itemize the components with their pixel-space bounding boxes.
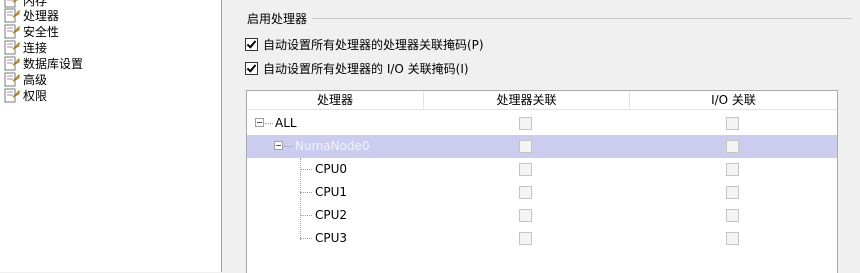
section-divider — [312, 18, 852, 19]
table-row[interactable]: CPU1 — [247, 181, 837, 204]
nav-item-label: 数据库设置 — [23, 56, 84, 71]
table-row[interactable]: CPU2 — [247, 204, 837, 227]
auto-processor-affinity-option[interactable]: 自动设置所有处理器的处理器关联掩码(P) — [245, 36, 484, 52]
collapse-toggle-icon[interactable] — [274, 141, 283, 150]
io-affinity-checkbox[interactable] — [726, 140, 739, 153]
processor-name: CPU1 — [315, 185, 348, 199]
processor-affinity-checkbox[interactable] — [519, 117, 532, 130]
processor-name: CPU0 — [315, 162, 348, 176]
processor-affinity-checkbox[interactable] — [519, 232, 532, 245]
io-affinity-checkbox[interactable] — [726, 209, 739, 222]
auto-processor-affinity-label: 自动设置所有处理器的处理器关联掩码(P) — [263, 37, 484, 52]
section-title: 启用处理器 — [247, 10, 312, 27]
settings-page-list: 内存 处理器 安全性 连接 数据库设置 高级 权限 — [0, 0, 222, 272]
nav-item-label: 处理器 — [23, 8, 60, 23]
io-affinity-checkbox[interactable] — [726, 163, 739, 176]
collapse-toggle-icon[interactable] — [255, 118, 264, 127]
tree-connector — [300, 169, 312, 170]
io-affinity-checkbox[interactable] — [726, 232, 739, 245]
nav-item-label: 安全性 — [23, 24, 60, 39]
processor-affinity-grid: 处理器 处理器关联 I/O 关联 ALL NumaNode0 CPU0 CPU1… — [246, 90, 838, 273]
nav-item-security[interactable]: 安全性 — [4, 23, 59, 39]
processor-affinity-checkbox[interactable] — [519, 186, 532, 199]
nav-item-label: 高级 — [23, 72, 48, 87]
processor-name: CPU2 — [315, 208, 348, 222]
processor-name: CPU3 — [315, 231, 348, 245]
nav-item-database-settings[interactable]: 数据库设置 — [4, 55, 83, 71]
nav-item-advanced[interactable]: 高级 — [4, 71, 47, 87]
tree-connector — [284, 146, 292, 147]
table-row[interactable]: CPU3 — [247, 227, 837, 250]
settings-page-icon — [4, 8, 20, 23]
tree-connector — [300, 215, 312, 216]
settings-page-icon — [4, 40, 20, 55]
processor-name: ALL — [275, 116, 297, 130]
table-row[interactable]: ALL — [247, 112, 837, 135]
processor-affinity-checkbox[interactable] — [519, 209, 532, 222]
settings-page-icon — [4, 24, 20, 39]
auto-io-affinity-label: 自动设置所有处理器的 I/O 关联掩码(I) — [263, 61, 469, 76]
grid-header: 处理器 处理器关联 I/O 关联 — [247, 91, 837, 110]
processors-page: 启用处理器 自动设置所有处理器的处理器关联掩码(P) 自动设置所有处理器的 I/… — [222, 0, 860, 273]
column-header-io-affinity[interactable]: I/O 关联 — [630, 91, 837, 109]
column-header-processor-affinity[interactable]: 处理器关联 — [424, 91, 630, 109]
nav-item-connections[interactable]: 连接 — [4, 39, 47, 55]
io-affinity-checkbox[interactable] — [726, 117, 739, 130]
processor-affinity-checkbox[interactable] — [519, 140, 532, 153]
tree-connector — [265, 123, 273, 124]
nav-item-label: 连接 — [23, 40, 48, 55]
auto-io-affinity-option[interactable]: 自动设置所有处理器的 I/O 关联掩码(I) — [245, 60, 469, 76]
settings-page-icon — [4, 56, 20, 71]
processor-affinity-checkbox[interactable] — [519, 163, 532, 176]
settings-page-icon — [4, 72, 20, 87]
nav-item-processors[interactable]: 处理器 — [4, 7, 59, 23]
nav-item-label: 权限 — [23, 88, 48, 103]
io-affinity-checkbox[interactable] — [726, 186, 739, 199]
processor-name: NumaNode0 — [295, 139, 370, 153]
auto-io-affinity-checkbox[interactable] — [245, 61, 258, 75]
auto-processor-affinity-checkbox[interactable] — [245, 37, 258, 51]
nav-item-permissions[interactable]: 权限 — [4, 87, 47, 103]
settings-page-icon — [4, 88, 20, 103]
tree-connector — [300, 192, 312, 193]
table-row[interactable]: NumaNode0 — [247, 135, 837, 158]
column-header-processor[interactable]: 处理器 — [247, 91, 424, 109]
tree-connector — [300, 238, 312, 239]
table-row[interactable]: CPU0 — [247, 158, 837, 181]
